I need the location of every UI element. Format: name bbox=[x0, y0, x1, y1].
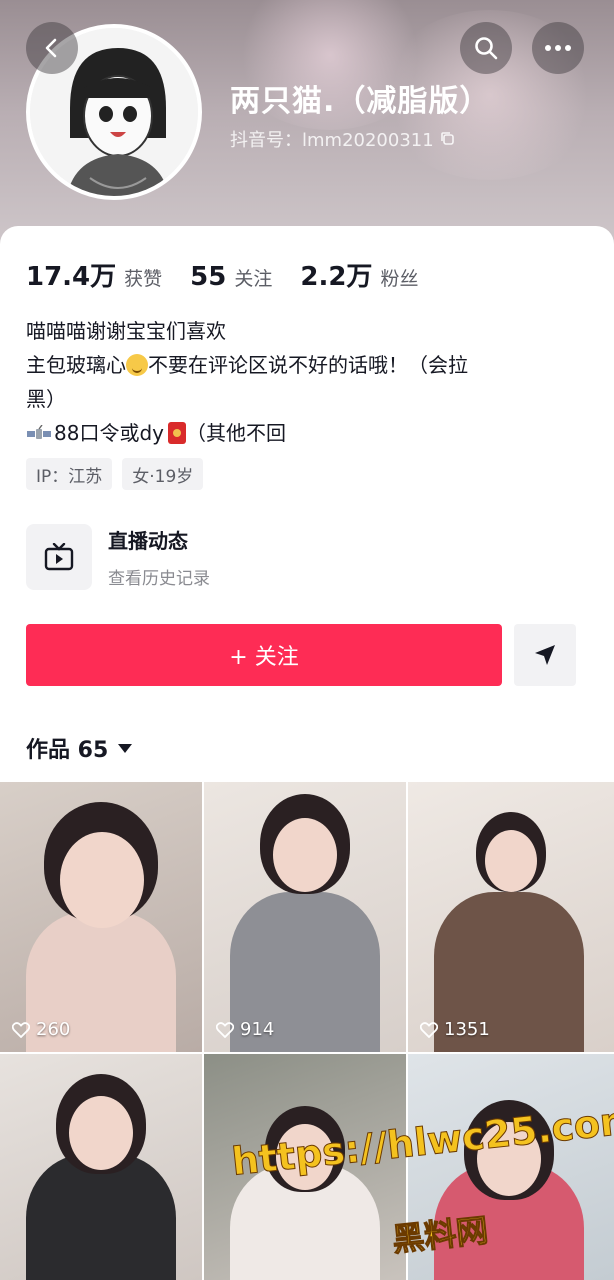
live-icon-box bbox=[26, 524, 92, 590]
follow-button[interactable]: + 关注 bbox=[26, 624, 502, 686]
stat-followers[interactable]: 2.2万 粉丝 bbox=[300, 256, 418, 293]
more-button[interactable] bbox=[532, 22, 584, 74]
douyin-id-text: 抖音号：lmm20200311 bbox=[230, 130, 434, 151]
tag-gender-age: 女·19岁 bbox=[122, 458, 204, 490]
video-grid: 260 914 1351 bbox=[0, 782, 614, 1280]
satellite-icon bbox=[27, 425, 51, 439]
douyin-id[interactable]: 抖音号：lmm20200311 bbox=[230, 126, 456, 152]
works-tab[interactable]: 作品 65 bbox=[26, 732, 133, 764]
tv-icon bbox=[44, 543, 74, 571]
live-text: 直播动态 查看历史记录 bbox=[108, 525, 210, 589]
video-thumbnail[interactable]: 260 bbox=[0, 782, 202, 1052]
bio-line: 喵喵喵谢谢宝宝们喜欢 bbox=[26, 319, 226, 343]
tag-list: IP：江苏 女·19岁 bbox=[26, 458, 204, 490]
live-history[interactable]: 直播动态 查看历史记录 bbox=[26, 524, 210, 590]
search-button[interactable] bbox=[460, 22, 512, 74]
video-thumbnail[interactable]: 914 bbox=[204, 782, 406, 1052]
like-count: 914 bbox=[216, 1019, 274, 1040]
bio-line: 88口令或dy （其他不回 bbox=[26, 416, 586, 450]
copy-icon[interactable] bbox=[440, 131, 456, 147]
thumbnail-image bbox=[485, 830, 537, 892]
back-button[interactable] bbox=[26, 22, 78, 74]
video-thumbnail[interactable]: 1351 bbox=[408, 782, 614, 1052]
heart-icon bbox=[12, 1021, 30, 1038]
thumbnail-image bbox=[273, 818, 337, 892]
bio-text: 主包玻璃心 bbox=[26, 353, 126, 377]
share-button[interactable] bbox=[514, 624, 576, 686]
video-thumbnail[interactable] bbox=[0, 1054, 202, 1280]
tag-ip: IP：江苏 bbox=[26, 458, 113, 490]
stat-following[interactable]: 55 关注 bbox=[190, 262, 272, 292]
live-subtitle: 查看历史记录 bbox=[108, 569, 210, 589]
pleading-face-icon bbox=[126, 354, 148, 376]
search-icon bbox=[475, 37, 498, 60]
profile-card: 17.4万 获赞 55 关注 2.2万 粉丝 喵喵喵谢谢宝宝们喜欢 主包玻璃心 不要在评… bbox=[0, 226, 614, 786]
like-count-text: 914 bbox=[240, 1019, 275, 1040]
bio-line: 黑） bbox=[26, 387, 66, 411]
nickname: 两只猫.（减脂版） bbox=[230, 84, 491, 119]
chevron-left-icon bbox=[45, 38, 57, 58]
bio-line: 主包玻璃心 不要在评论区说不好的话哦！（会拉 bbox=[26, 348, 586, 382]
stat-value: 17.4万 bbox=[26, 262, 117, 292]
stat-value: 55 bbox=[190, 262, 227, 292]
live-title: 直播动态 bbox=[108, 529, 188, 553]
caret-down-icon bbox=[118, 743, 133, 753]
thumbnail-image bbox=[60, 832, 144, 928]
stats-row: 17.4万 获赞 55 关注 2.2万 粉丝 bbox=[26, 256, 418, 293]
thumbnail-image bbox=[69, 1096, 133, 1170]
stat-label: 获赞 bbox=[124, 268, 163, 290]
heart-icon bbox=[216, 1021, 234, 1038]
stat-value: 2.2万 bbox=[300, 262, 373, 292]
works-label: 作品 65 bbox=[26, 738, 109, 763]
send-icon bbox=[535, 645, 555, 665]
like-count: 1351 bbox=[420, 1019, 490, 1040]
stat-label: 粉丝 bbox=[380, 268, 419, 290]
like-count: 260 bbox=[12, 1019, 70, 1040]
stat-likes[interactable]: 17.4万 获赞 bbox=[26, 256, 162, 293]
like-count-text: 1351 bbox=[444, 1019, 490, 1040]
red-envelope-icon bbox=[167, 422, 186, 444]
stat-label: 关注 bbox=[234, 268, 273, 290]
bio-text: 不要在评论区说不好的话哦！（会拉 bbox=[148, 353, 468, 377]
heart-icon bbox=[420, 1021, 438, 1038]
more-icon bbox=[545, 45, 571, 51]
bio-text: （其他不回 bbox=[185, 421, 286, 445]
like-count-text: 260 bbox=[36, 1019, 71, 1040]
bio-text: 88口令或dy bbox=[54, 421, 164, 445]
bio: 喵喵喵谢谢宝宝们喜欢 主包玻璃心 不要在评论区说不好的话哦！（会拉 黑） 88口令… bbox=[26, 314, 586, 450]
